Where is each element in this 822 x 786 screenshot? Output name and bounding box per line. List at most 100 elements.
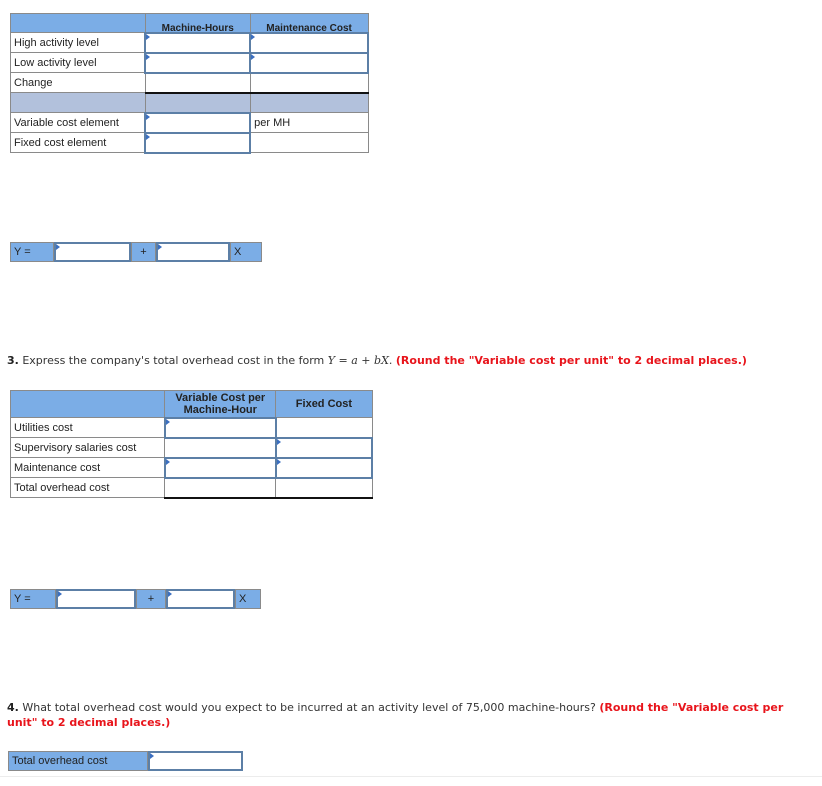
x-variable-label: X — [230, 242, 262, 262]
input-marker-icon — [150, 753, 154, 759]
high-low-table: Machine-Hours Maintenance Cost High acti… — [10, 13, 369, 154]
input-marker-icon — [251, 53, 256, 60]
input-marker-icon — [165, 458, 170, 465]
slope-field[interactable] — [161, 244, 225, 260]
separator-cell — [249, 92, 369, 113]
total-intercept-input[interactable] — [56, 589, 136, 609]
table-row: Change — [10, 71, 369, 94]
per-mh-label: per MH — [249, 112, 369, 133]
input-marker-icon — [168, 591, 172, 597]
equation-row-1: Y = + X — [10, 242, 262, 262]
variable-cost-element-input[interactable] — [144, 111, 252, 134]
maintenance-variable-field[interactable] — [168, 458, 272, 477]
separator-row — [10, 92, 369, 113]
total-overhead-input[interactable] — [148, 751, 243, 771]
input-marker-icon — [56, 244, 60, 250]
header-variable-cost: Variable Cost per Machine-Hour — [164, 390, 277, 418]
supervisory-fixed-field[interactable] — [279, 438, 368, 457]
header-blank — [9, 390, 166, 418]
low-machine-hours-input[interactable] — [144, 51, 252, 74]
question-4-text: What total overhead cost would you expec… — [22, 701, 596, 714]
maintenance-fixed-field[interactable] — [279, 458, 368, 477]
header-blank — [10, 13, 146, 33]
separator-cell — [144, 92, 251, 113]
row-label: Variable cost element — [10, 112, 146, 133]
question-3-formula: Y = a + bX. — [327, 354, 393, 367]
total-slope-field[interactable] — [171, 591, 230, 607]
total-variable — [164, 476, 277, 499]
table-row: Fixed cost element — [10, 131, 369, 154]
input-marker-icon — [146, 33, 151, 40]
input-marker-icon — [146, 53, 151, 60]
input-marker-icon — [251, 33, 256, 40]
y-equals-label: Y = — [10, 589, 56, 609]
footer-divider — [0, 776, 822, 777]
total-overhead-field[interactable] — [153, 753, 238, 769]
question-4: 4. What total overhead cost would you ex… — [7, 700, 797, 730]
y-equals-label: Y = — [10, 242, 54, 262]
row-label: Low activity level — [10, 52, 146, 73]
plus-sign: + — [136, 589, 166, 609]
maintenance-fixed-input[interactable] — [274, 456, 374, 479]
input-marker-icon — [158, 244, 162, 250]
row-label: High activity level — [10, 32, 146, 53]
input-marker-icon — [276, 438, 281, 445]
high-machine-hours-input[interactable] — [144, 31, 252, 54]
utilities-variable-input[interactable] — [163, 416, 277, 439]
equation-row-2: Y = + X — [10, 589, 261, 609]
low-maintenance-cost-field[interactable] — [254, 53, 364, 72]
row-label: Maintenance cost — [9, 457, 166, 478]
input-marker-icon — [165, 418, 170, 425]
input-marker-icon — [58, 591, 62, 597]
row-label: Supervisory salaries cost — [9, 437, 166, 458]
total-overhead-label: Total overhead cost — [8, 751, 148, 771]
table-row: Supervisory salaries cost — [9, 436, 374, 459]
fixed-cost-element-field[interactable] — [149, 133, 247, 152]
intercept-field[interactable] — [59, 244, 126, 260]
total-fixed — [275, 476, 373, 499]
low-maintenance-cost-input[interactable] — [249, 51, 369, 74]
plus-sign: + — [131, 242, 156, 262]
input-marker-icon — [146, 113, 151, 120]
high-maintenance-cost-input[interactable] — [249, 31, 369, 54]
table-row: Variable cost element per MH — [10, 111, 369, 134]
total-slope-input[interactable] — [166, 589, 235, 609]
table-row: Total overhead cost — [9, 476, 373, 499]
supervisory-fixed-input[interactable] — [274, 436, 374, 459]
row-label: Total overhead cost — [9, 477, 166, 498]
fixed-cost-element-input[interactable] — [144, 131, 252, 154]
row-label: Fixed cost element — [10, 132, 146, 153]
utilities-fixed-blank — [275, 417, 373, 438]
high-machine-hours-field[interactable] — [149, 33, 247, 52]
row-label: Change — [10, 72, 146, 93]
separator-cell — [10, 92, 146, 113]
input-marker-icon — [276, 458, 281, 465]
high-maintenance-cost-field[interactable] — [254, 33, 364, 52]
low-machine-hours-field[interactable] — [149, 53, 247, 72]
intercept-input[interactable] — [54, 242, 131, 262]
header-maintenance-cost: Maintenance Cost — [249, 13, 369, 33]
table-row: High activity level — [10, 31, 369, 54]
header-machine-hours: Machine-Hours — [144, 13, 251, 33]
variable-cost-element-field[interactable] — [149, 113, 247, 132]
overhead-cost-table: Variable Cost per Machine-Hour Fixed Cos… — [9, 390, 374, 499]
total-overhead-answer-row: Total overhead cost — [8, 751, 243, 771]
table-row: Low activity level — [10, 51, 369, 74]
table-row: Maintenance cost — [9, 456, 374, 479]
input-marker-icon — [146, 133, 151, 140]
question-3: 3. Express the company's total overhead … — [7, 353, 817, 368]
utilities-variable-field[interactable] — [168, 418, 272, 437]
fixed-cost-element-blank — [249, 132, 369, 153]
maintenance-variable-input[interactable] — [163, 456, 277, 479]
header-fixed-cost: Fixed Cost — [275, 390, 373, 418]
change-maintenance-cost — [249, 71, 369, 94]
table-row: Utilities cost — [9, 416, 373, 439]
total-intercept-field[interactable] — [61, 591, 131, 607]
slope-input[interactable] — [156, 242, 230, 262]
question-4-number: 4. — [7, 701, 19, 714]
x-variable-label: X — [235, 589, 261, 609]
question-3-number: 3. — [7, 354, 19, 367]
change-machine-hours — [144, 71, 251, 94]
row-label: Utilities cost — [9, 417, 166, 438]
supervisory-variable-blank — [164, 437, 277, 458]
